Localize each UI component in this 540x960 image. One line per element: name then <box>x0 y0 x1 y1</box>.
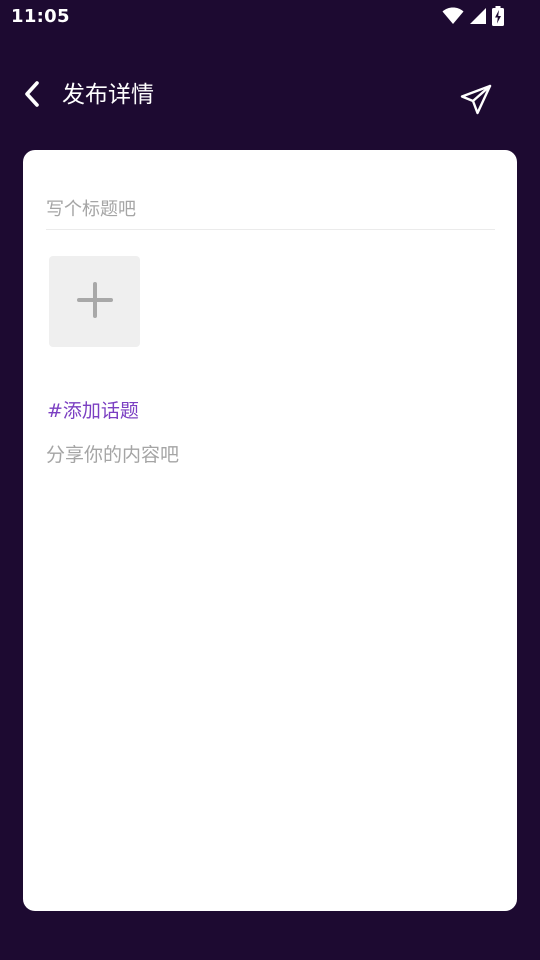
page-title: 发布详情 <box>62 82 154 108</box>
cellular-signal-icon <box>469 7 487 25</box>
status-icons <box>442 5 504 27</box>
send-button[interactable] <box>456 82 496 122</box>
post-editor-card: #添加话题 <box>23 150 517 911</box>
paper-plane-send-icon <box>459 83 493 121</box>
wifi-icon <box>442 7 464 25</box>
content-input[interactable] <box>46 440 495 880</box>
title-input[interactable] <box>46 190 495 230</box>
status-time: 11:05 <box>11 6 70 27</box>
status-bar: 11:05 <box>0 0 540 34</box>
add-topic-link[interactable]: #添加话题 <box>47 397 139 425</box>
battery-charging-icon <box>492 6 504 26</box>
app-header: 发布详情 <box>0 70 540 124</box>
back-button[interactable] <box>14 78 50 114</box>
chevron-left-icon <box>22 80 42 112</box>
add-image-button[interactable] <box>49 256 140 347</box>
plus-icon <box>76 281 113 322</box>
